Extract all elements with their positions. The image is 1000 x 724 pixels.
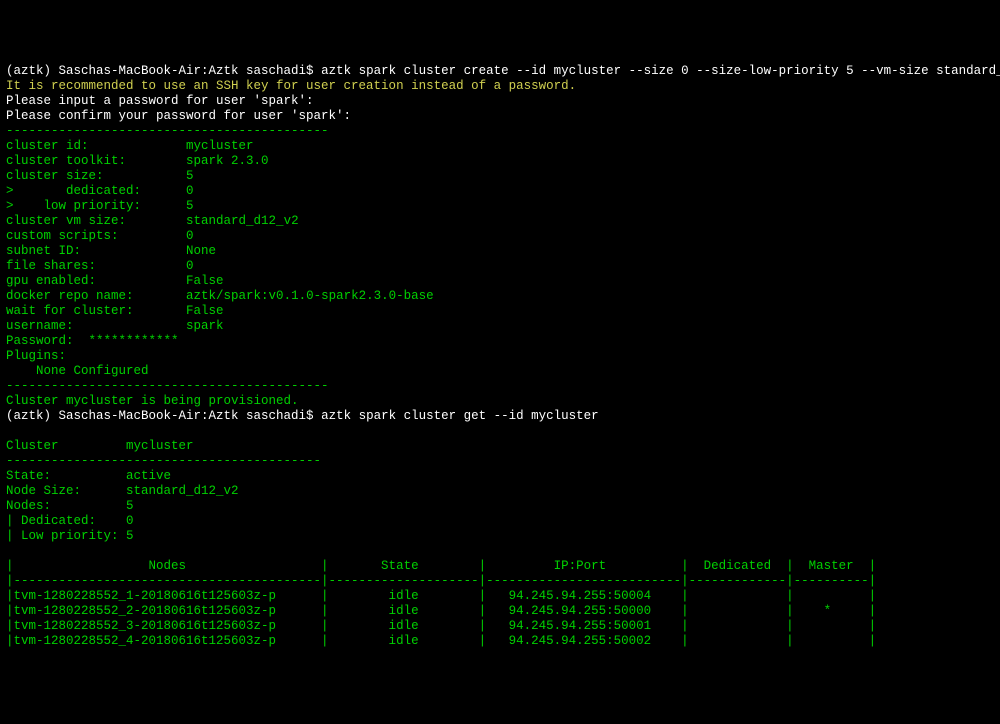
info-row-cluster-id: cluster id: mycluster: [6, 139, 254, 153]
info-row-plugins: Plugins:: [6, 349, 66, 363]
status-row-nodes: Nodes: 5: [6, 499, 134, 513]
table-header: | Nodes | State | IP:Port | Dedicated | …: [6, 559, 876, 573]
status-row-dedicated: | Dedicated: 0: [6, 514, 134, 528]
info-row-password: Password: ************: [6, 334, 179, 348]
password-prompt-1: Please input a password for user 'spark'…: [6, 94, 314, 108]
status-row-nodesize: Node Size: standard_d12_v2: [6, 484, 239, 498]
divider: ----------------------------------------…: [6, 379, 329, 393]
table-row: |tvm-1280228552_1-20180616t125603z-p | i…: [6, 589, 876, 603]
info-row-toolkit: cluster toolkit: spark 2.3.0: [6, 154, 269, 168]
table-divider: |---------------------------------------…: [6, 574, 876, 588]
info-row-docker: docker repo name: aztk/spark:v0.1.0-spar…: [6, 289, 434, 303]
table-row: |tvm-1280228552_2-20180616t125603z-p | i…: [6, 604, 876, 618]
info-row-gpu: gpu enabled: False: [6, 274, 224, 288]
shell-prompt-2: (aztk) Saschas-MacBook-Air:Aztk saschadi…: [6, 409, 599, 423]
status-row-lowpri: | Low priority: 5: [6, 529, 134, 543]
terminal-output: (aztk) Saschas-MacBook-Air:Aztk saschadi…: [6, 64, 994, 649]
table-row: |tvm-1280228552_4-20180616t125603z-p | i…: [6, 634, 876, 648]
table-row: |tvm-1280228552_3-20180616t125603z-p | i…: [6, 619, 876, 633]
info-row-dedicated: > dedicated: 0: [6, 184, 194, 198]
info-row-vmsize: cluster vm size: standard_d12_v2: [6, 214, 299, 228]
info-row-subnet: subnet ID: None: [6, 244, 216, 258]
provisioning-message: Cluster mycluster is being provisioned.: [6, 394, 299, 408]
info-row-customscripts: custom scripts: 0: [6, 229, 194, 243]
info-row-lowpriority: > low priority: 5: [6, 199, 194, 213]
status-row-state: State: active: [6, 469, 171, 483]
info-row-size: cluster size: 5: [6, 169, 194, 183]
divider: ----------------------------------------…: [6, 454, 321, 468]
info-row-fileshares: file shares: 0: [6, 259, 194, 273]
shell-prompt-1: (aztk) Saschas-MacBook-Air:Aztk saschadi…: [6, 64, 1000, 78]
info-row-username: username: spark: [6, 319, 224, 333]
ssh-recommendation: It is recommended to use an SSH key for …: [6, 79, 576, 93]
cluster-heading: Cluster mycluster: [6, 439, 194, 453]
info-row-none-configured: None Configured: [6, 364, 149, 378]
divider: ----------------------------------------…: [6, 124, 329, 138]
info-row-wait: wait for cluster: False: [6, 304, 224, 318]
password-prompt-2: Please confirm your password for user 's…: [6, 109, 351, 123]
